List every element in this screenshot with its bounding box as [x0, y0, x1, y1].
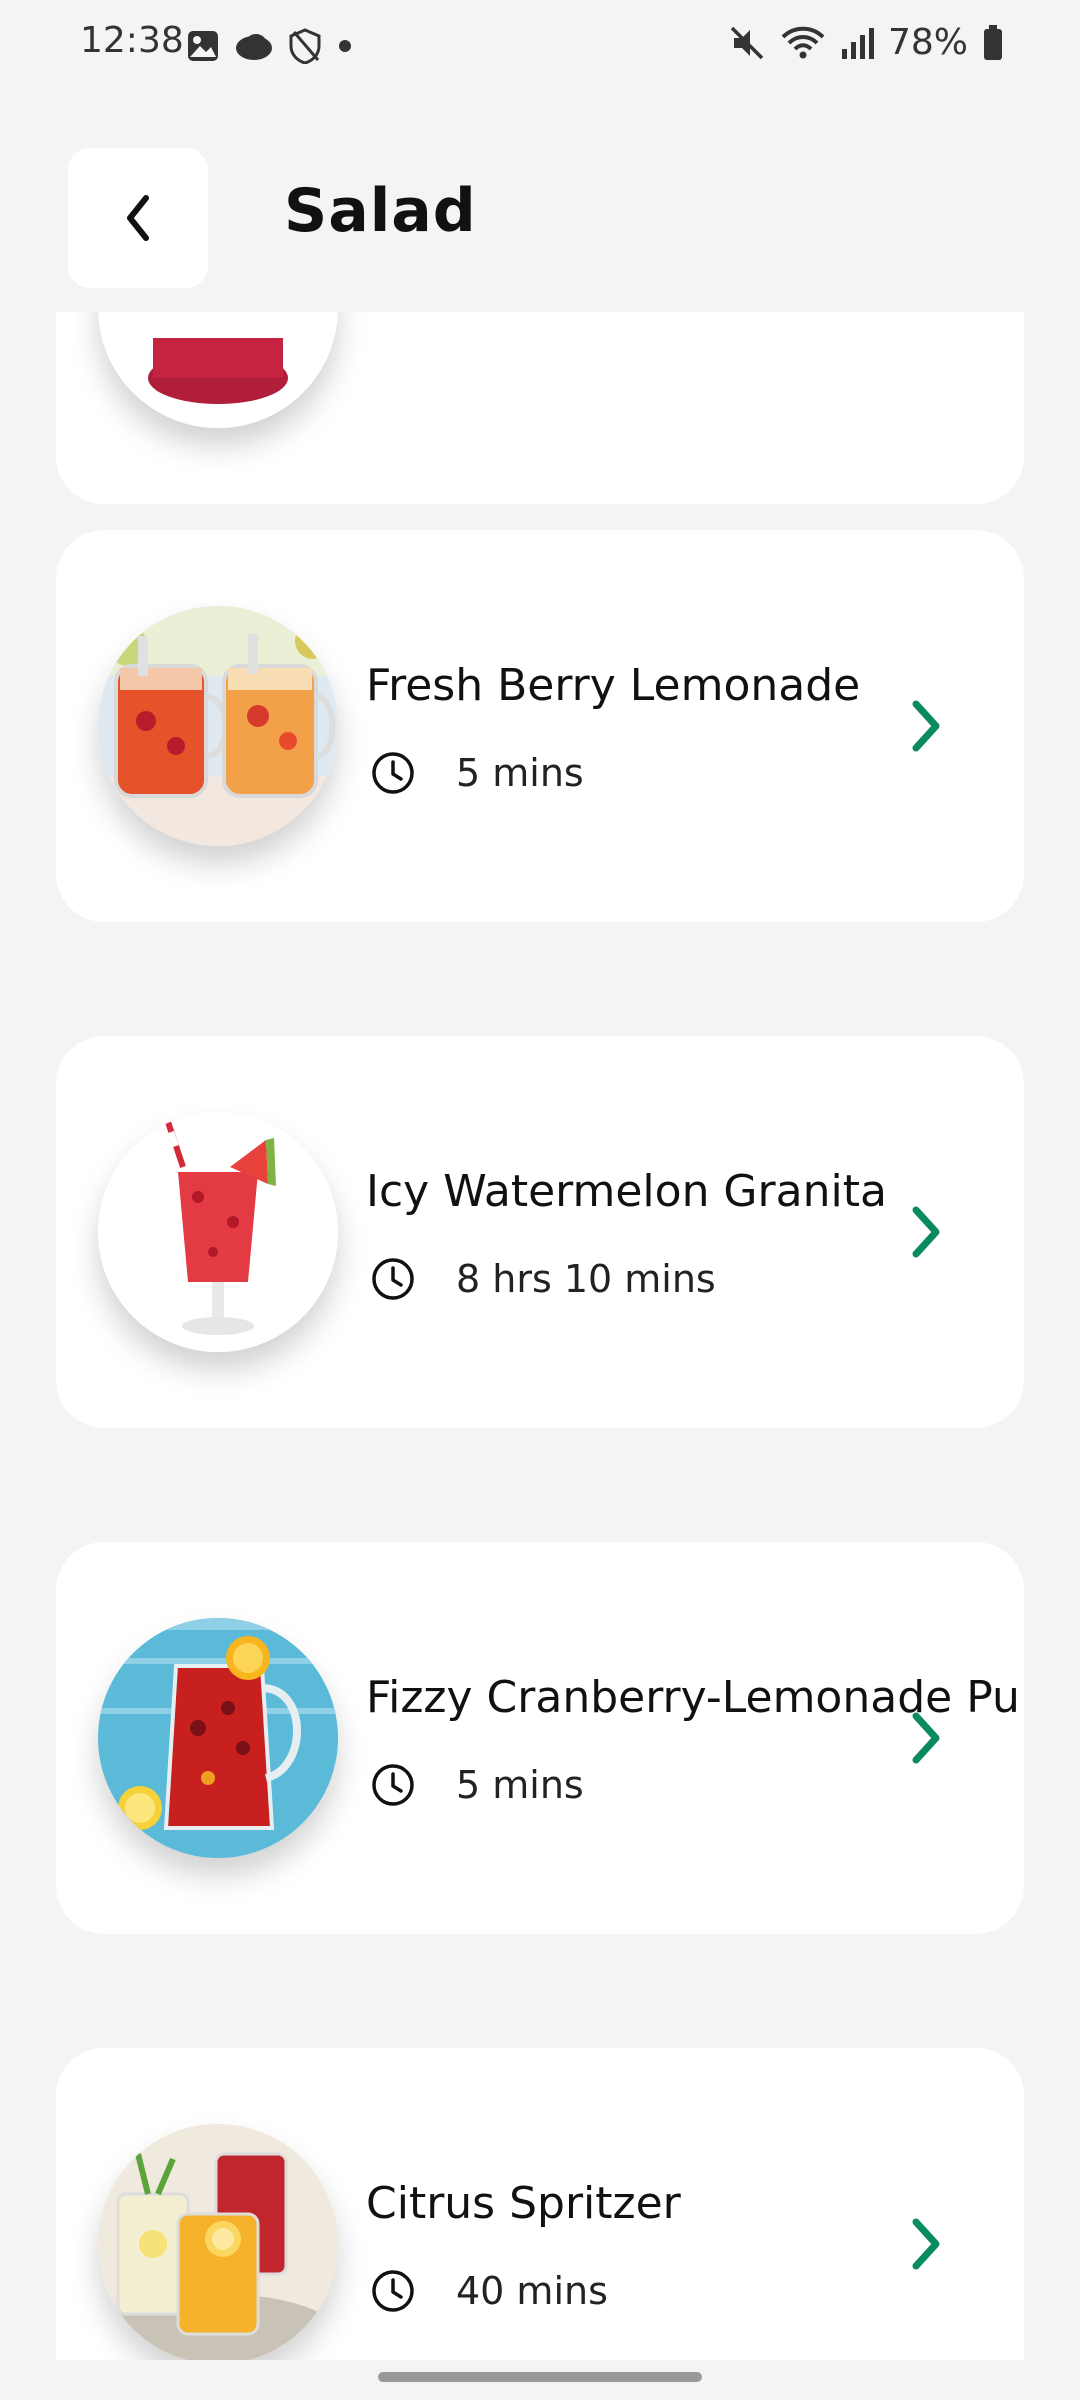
- recipe-thumbnail: [98, 1618, 338, 1858]
- clock-icon: [372, 752, 414, 794]
- page-title: Salad: [284, 176, 477, 246]
- home-indicator[interactable]: [378, 2372, 702, 2382]
- recipe-duration: 8 hrs 10 mins: [456, 1257, 716, 1301]
- shield-icon: [289, 28, 321, 64]
- recipe-list[interactable]: Fresh Berry Lemonade 5 mins Icy Watermel…: [0, 312, 1080, 2360]
- status-notification-icons: [186, 26, 354, 66]
- open-recipe-button[interactable]: [896, 1702, 956, 1774]
- open-recipe-button[interactable]: [896, 2208, 956, 2280]
- chevron-left-icon: [127, 195, 149, 241]
- recipe-title: Icy Watermelon Granita: [366, 1166, 887, 1217]
- clock-icon: [372, 2270, 414, 2312]
- recipe-thumbnail: [98, 2124, 338, 2360]
- battery-icon: [984, 24, 1002, 60]
- recipe-time: 5 mins: [370, 748, 584, 798]
- chevron-right-icon: [912, 2218, 940, 2270]
- recipe-card[interactable]: Icy Watermelon Granita 8 hrs 10 mins: [56, 1036, 1024, 1428]
- recipe-title: Fresh Berry Lemonade: [366, 660, 861, 711]
- recipe-duration: 40 mins: [456, 2269, 608, 2313]
- recipe-time: 40 mins: [370, 2266, 608, 2316]
- recipe-thumbnail: [98, 606, 338, 846]
- clock-icon: [372, 1764, 414, 1806]
- recipe-title: Citrus Spritzer: [366, 2178, 681, 2229]
- status-bar: 12:38 78%: [0, 0, 1080, 90]
- app-header: Salad: [0, 140, 1080, 290]
- cloud-icon: [236, 34, 272, 60]
- open-recipe-button[interactable]: [896, 1196, 956, 1268]
- open-recipe-button[interactable]: [896, 690, 956, 762]
- recipe-card[interactable]: Fizzy Cranberry-Lemonade Pu 5 mins: [56, 1542, 1024, 1934]
- status-system-icons: 78%: [728, 22, 1004, 63]
- signal-icon: [841, 27, 874, 59]
- mute-icon: [730, 26, 764, 59]
- dot-icon: [339, 40, 351, 52]
- recipe-thumbnail: [98, 1112, 338, 1352]
- recipe-time: 8 hrs 10 mins: [370, 1254, 716, 1304]
- chevron-right-icon: [912, 1712, 940, 1764]
- recipe-duration: 5 mins: [456, 751, 584, 795]
- back-button[interactable]: [68, 148, 208, 288]
- wifi-icon: [781, 26, 825, 58]
- status-time: 12:38: [80, 20, 184, 61]
- clock-icon: [372, 1258, 414, 1300]
- recipe-card[interactable]: Citrus Spritzer 40 mins: [56, 2048, 1024, 2360]
- recipe-card[interactable]: Fresh Berry Lemonade 5 mins: [56, 530, 1024, 922]
- recipe-time: 5 mins: [370, 1760, 584, 1810]
- chevron-right-icon: [912, 1206, 940, 1258]
- recipe-thumbnail: [98, 312, 338, 428]
- recipe-card[interactable]: [56, 312, 1024, 504]
- gallery-icon: [188, 31, 218, 61]
- chevron-right-icon: [912, 700, 940, 752]
- recipe-duration: 5 mins: [456, 1763, 584, 1807]
- battery-percent: 78%: [887, 22, 968, 63]
